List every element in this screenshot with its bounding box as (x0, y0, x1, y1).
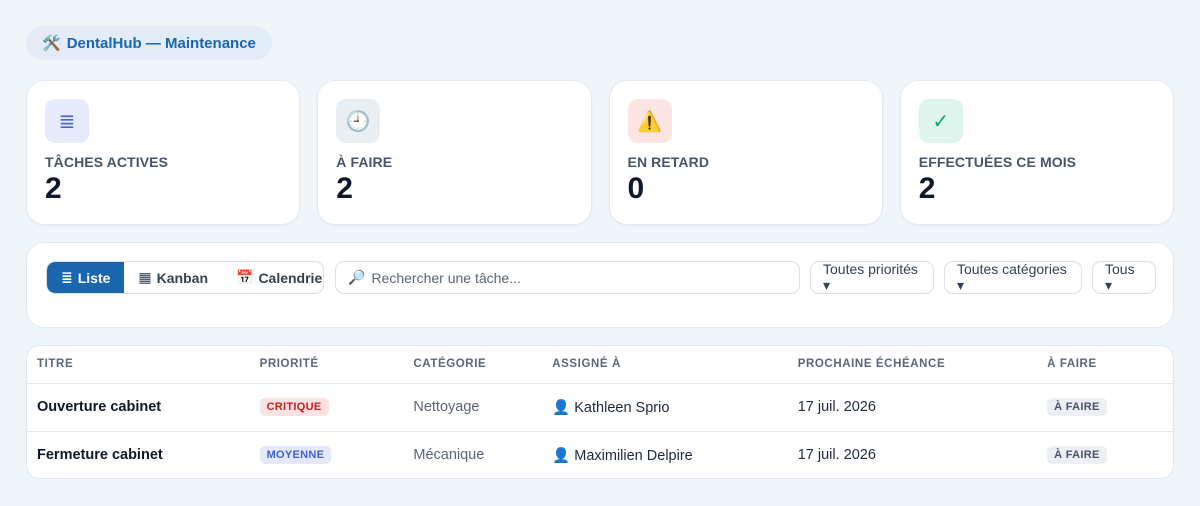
status-badge: À FAIRE (1047, 446, 1107, 465)
tools-icon: 🛠️ (42, 35, 61, 52)
stat-card-overdue: ⚠️ EN RETARD 0 (608, 80, 883, 225)
column-header-priority[interactable]: PRIORITÉ (249, 346, 404, 384)
list-icon: ≣ (45, 99, 89, 143)
search-icon: 🔎 (348, 269, 366, 285)
task-due-date: 17 juil. 2026 (797, 447, 876, 464)
stat-value: 2 (918, 172, 936, 205)
tasks-table: TITRE PRIORITÉ CATÉGORIE ASSIGNÉ À PROCH… (27, 346, 1173, 478)
table-header-row: TITRE PRIORITÉ CATÉGORIE ASSIGNÉ À PROCH… (27, 346, 1173, 384)
task-assignee: Kathleen Sprio (574, 399, 670, 416)
stat-value: 0 (627, 172, 645, 205)
kanban-icon: ▦ (138, 269, 152, 285)
stat-card-active: ≣ TÂCHES ACTIVES 2 (26, 80, 301, 225)
view-label: Calendrier (258, 269, 324, 286)
task-category: Mécanique (413, 447, 485, 464)
priority-badge: CRITIQUE (259, 398, 329, 416)
priority-badge: MOYENNE (259, 446, 332, 465)
priority-filter-select[interactable]: Toutes priorités ▾ (810, 261, 934, 294)
stat-value: 2 (45, 172, 62, 205)
tasks-table-card: TITRE PRIORITÉ CATÉGORIE ASSIGNÉ À PROCH… (26, 345, 1174, 479)
view-label: Kanban (156, 269, 208, 286)
stat-label: EN RETARD (627, 154, 710, 170)
user-icon: 👤 (552, 447, 571, 464)
view-calendar-button[interactable]: 📅 Calendrier (222, 262, 324, 293)
stat-card-done: ✓ EFFECTUÉES CE MOIS 2 (899, 80, 1174, 225)
task-due-date: 17 juil. 2026 (787, 383, 1038, 432)
column-header-category[interactable]: CATÉGORIE (403, 346, 543, 384)
view-switcher: ≣ Liste ▦ Kanban 📅 Calendrier (46, 261, 324, 294)
column-header-status[interactable]: À FAIRE (1037, 346, 1173, 384)
search-input[interactable] (371, 269, 787, 286)
stat-label: EFFECTUÉES CE MOIS (918, 154, 1077, 170)
status-badge: À FAIRE (1047, 398, 1107, 416)
task-assignee: Maximilien Delpire (574, 447, 693, 464)
warning-icon: ⚠️ (627, 99, 672, 143)
clock-icon: 🕘 (336, 99, 381, 143)
view-list-button[interactable]: ≣ Liste (47, 262, 125, 293)
app-title: DentalHub — Maintenance (66, 34, 256, 52)
user-icon: 👤 (552, 399, 571, 416)
column-header-due[interactable]: PROCHAINE ÉCHÉANCE (787, 346, 1038, 384)
app-title-pill: 🛠️ DentalHub — Maintenance (26, 26, 272, 60)
calendar-icon: 📅 (236, 269, 254, 285)
list-icon: ≣ (61, 269, 73, 285)
table-row[interactable]: Ouverture cabinet CRITIQUE Nettoyage 👤 Ka… (27, 383, 1173, 432)
search-box: 🔎 (335, 261, 800, 294)
stat-label: À FAIRE (336, 154, 393, 170)
status-filter-select[interactable]: Tous ▾ (1092, 261, 1156, 294)
task-title: Ouverture cabinet (27, 383, 250, 432)
category-filter-select[interactable]: Toutes catégories ▾ (944, 261, 1082, 294)
stats-row: ≣ TÂCHES ACTIVES 2 🕘 À FAIRE 2 ⚠️ EN RET… (26, 80, 1174, 225)
stat-value: 2 (336, 172, 353, 205)
column-header-assignee[interactable]: ASSIGNÉ À (542, 346, 788, 384)
task-category: Nettoyage (403, 383, 543, 432)
stat-card-todo: 🕘 À FAIRE 2 (317, 80, 592, 225)
view-kanban-button[interactable]: ▦ Kanban (124, 262, 222, 293)
stat-label: TÂCHES ACTIVES (45, 154, 169, 170)
task-title: Fermeture cabinet (37, 447, 163, 464)
check-icon: ✓ (918, 99, 963, 143)
column-header-title[interactable]: TITRE (27, 346, 250, 384)
toolbar: ≣ Liste ▦ Kanban 📅 Calendrier 🔎 Toutes p… (26, 242, 1174, 328)
table-row[interactable]: Fermeture cabinet MOYENNE Mécanique 👤 Max… (27, 431, 1173, 478)
view-label: Liste (77, 269, 111, 286)
